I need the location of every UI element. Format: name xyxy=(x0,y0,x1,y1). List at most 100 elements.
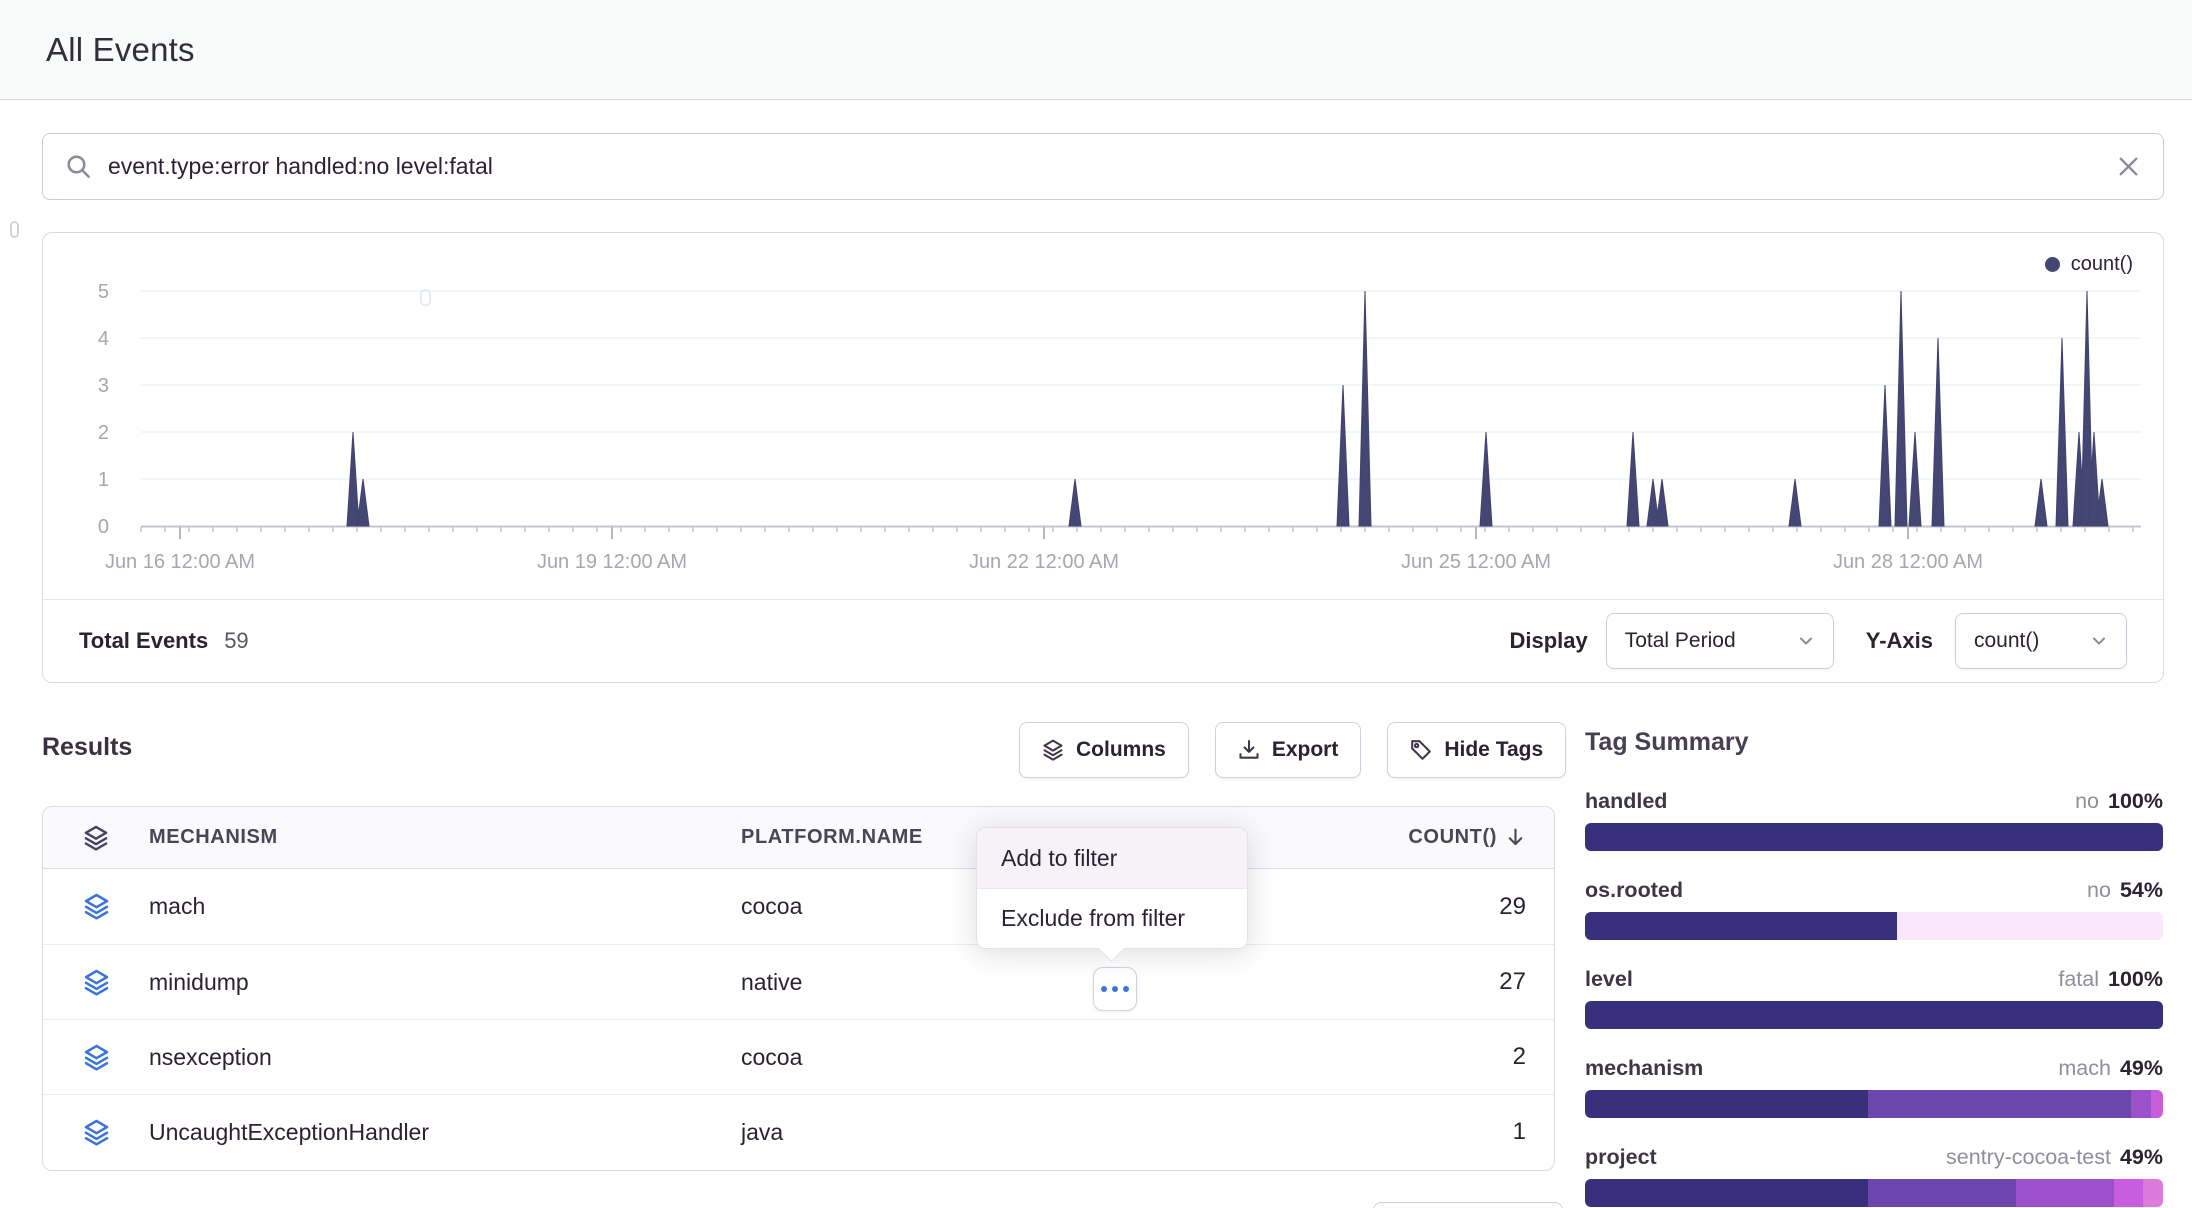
tag-bar-segment xyxy=(1585,823,2163,851)
tag-top-value: no xyxy=(2075,789,2099,813)
table-header-row: MECHANISM PLATFORM.NAME COUNT() xyxy=(43,807,1554,869)
tag-bar-segment xyxy=(1868,1179,2015,1207)
count-header-label: COUNT() xyxy=(1408,826,1497,849)
tag-bar-segment xyxy=(1585,1179,1868,1207)
count-spike xyxy=(1069,479,1081,526)
table-row[interactable]: UncaughtExceptionHandler java 1 xyxy=(43,1094,1554,1169)
cell-platform[interactable]: native xyxy=(741,969,1254,996)
download-icon xyxy=(1238,739,1260,761)
results-actions: Columns Export Hide Tags xyxy=(1019,722,1566,778)
cell-count[interactable]: 1 xyxy=(1254,1118,1554,1146)
tag-bar-segment xyxy=(2143,1179,2163,1207)
search-input[interactable]: event.type:error handled:no level:fatal xyxy=(42,133,2164,200)
tag-top-percent: 54% xyxy=(2120,878,2163,902)
tag-name[interactable]: project xyxy=(1585,1144,1657,1170)
yaxis-select[interactable]: count() xyxy=(1955,613,2127,669)
results-table: MECHANISM PLATFORM.NAME COUNT() mach coc… xyxy=(42,806,1555,1171)
display-select-value: Total Period xyxy=(1625,629,1736,653)
columns-button-label: Columns xyxy=(1076,738,1166,762)
chart-legend[interactable]: count() xyxy=(2045,253,2133,276)
yaxis-select-value: count() xyxy=(1974,629,2039,653)
cell-count[interactable]: 2 xyxy=(1254,1043,1554,1071)
tag-name[interactable]: handled xyxy=(1585,788,1667,814)
stack-events-icon[interactable] xyxy=(43,1119,149,1146)
display-select[interactable]: Total Period xyxy=(1606,613,1834,669)
tag-top-percent: 100% xyxy=(2108,967,2163,991)
discover-all-events-page: All Events event.type:error handled:no l… xyxy=(0,0,2192,1208)
column-header-count[interactable]: COUNT() xyxy=(1254,826,1554,849)
count-spike xyxy=(1879,385,1891,526)
count-spike xyxy=(1789,479,1801,526)
legend-dot-icon xyxy=(2045,257,2060,272)
count-spike xyxy=(1337,385,1349,526)
menu-item[interactable]: Add to filter xyxy=(977,828,1247,888)
count-spike xyxy=(1656,479,1668,526)
x-axis-tick-label: Jun 28 12:00 AM xyxy=(1833,551,1983,573)
hide-tags-button-label: Hide Tags xyxy=(1444,738,1543,762)
search-icon xyxy=(65,153,92,180)
cell-mechanism[interactable]: nsexception xyxy=(149,1044,741,1071)
ellipsis-icon xyxy=(1101,986,1107,992)
tag-top-percent: 49% xyxy=(2120,1145,2163,1169)
tag-top-value: fatal xyxy=(2058,967,2099,991)
events-chart-panel: count() 012345Jun 16 12:00 AMJun 19 12:0… xyxy=(42,232,2164,683)
tag-bar-segment xyxy=(1585,1001,2163,1029)
cell-platform[interactable]: cocoa xyxy=(741,1044,1254,1071)
table-row[interactable]: minidump native 27 xyxy=(43,944,1554,1019)
table-row[interactable]: mach cocoa 29 xyxy=(43,869,1554,944)
tag-distribution-bar xyxy=(1585,912,2163,940)
y-axis-tick-label: 4 xyxy=(98,328,109,350)
cell-mechanism[interactable]: UncaughtExceptionHandler xyxy=(149,1119,741,1146)
column-header-mechanism[interactable]: MECHANISM xyxy=(149,826,741,849)
tag-bar-segment xyxy=(2016,1179,2114,1207)
y-axis-tick-label: 5 xyxy=(98,281,109,303)
export-button[interactable]: Export xyxy=(1215,722,1362,778)
tag-summary-row: handled no 100% xyxy=(1585,788,2163,851)
y-axis-tick-label: 2 xyxy=(98,422,109,444)
tag-summary-row: mechanism mach49% xyxy=(1585,1055,2163,1118)
table-row[interactable]: nsexception cocoa 2 xyxy=(43,1019,1554,1094)
tag-summary-row: level fatal 100% xyxy=(1585,966,2163,1029)
edit-columns-icon[interactable] xyxy=(43,825,149,851)
tag-summary-row: os.rooted no54% xyxy=(1585,877,2163,940)
tag-distribution-bar xyxy=(1585,1179,2163,1207)
page-header: All Events xyxy=(0,0,2192,100)
tag-top-value: mach xyxy=(2058,1056,2111,1080)
x-axis-tick-label: Jun 22 12:00 AM xyxy=(969,551,1119,573)
columns-button[interactable]: Columns xyxy=(1019,722,1189,778)
count-spike xyxy=(1895,291,1907,526)
page-title: All Events xyxy=(46,31,195,69)
tag-name[interactable]: os.rooted xyxy=(1585,877,1683,903)
results-heading: Results xyxy=(42,733,132,762)
tag-distribution-bar xyxy=(1585,823,2163,851)
tag-name[interactable]: mechanism xyxy=(1585,1055,1703,1081)
yaxis-label: Y-Axis xyxy=(1866,628,1933,654)
sidebar-collapse-handle[interactable] xyxy=(10,221,19,238)
search-query-text[interactable]: event.type:error handled:no level:fatal xyxy=(108,153,2100,180)
x-axis-tick-label: Jun 25 12:00 AM xyxy=(1401,551,1551,573)
clear-search-icon[interactable] xyxy=(2116,154,2141,179)
tag-top-percent: 100% xyxy=(2108,789,2163,813)
hide-tags-button[interactable]: Hide Tags xyxy=(1387,722,1566,778)
total-events-label: Total Events xyxy=(79,628,208,654)
cell-mechanism[interactable]: mach xyxy=(149,893,741,920)
tag-distribution-bar xyxy=(1585,1090,2163,1118)
tag-summary-row: project sentry-cocoa-test49% xyxy=(1585,1144,2163,1207)
stack-events-icon[interactable] xyxy=(43,1044,149,1071)
cell-platform[interactable]: java xyxy=(741,1119,1254,1146)
cell-count[interactable]: 29 xyxy=(1254,893,1554,921)
cell-actions-button[interactable] xyxy=(1093,967,1137,1011)
y-axis-tick-label: 3 xyxy=(98,375,109,397)
x-axis-tick-label: Jun 19 12:00 AM xyxy=(537,551,687,573)
stack-events-icon[interactable] xyxy=(43,893,149,920)
tag-bar-segment xyxy=(1585,1090,1868,1118)
tag-name[interactable]: level xyxy=(1585,966,1633,992)
stack-events-icon[interactable] xyxy=(43,969,149,996)
chart-footer: Total Events 59 Display Total Period Y-A… xyxy=(43,599,2163,682)
tag-bar-segment xyxy=(1585,912,1897,940)
cell-count[interactable]: 27 xyxy=(1254,968,1554,996)
pagination-buttons[interactable] xyxy=(1373,1202,1563,1208)
export-button-label: Export xyxy=(1272,738,1339,762)
count-spike xyxy=(2035,479,2047,526)
cell-mechanism[interactable]: minidump xyxy=(149,969,741,996)
